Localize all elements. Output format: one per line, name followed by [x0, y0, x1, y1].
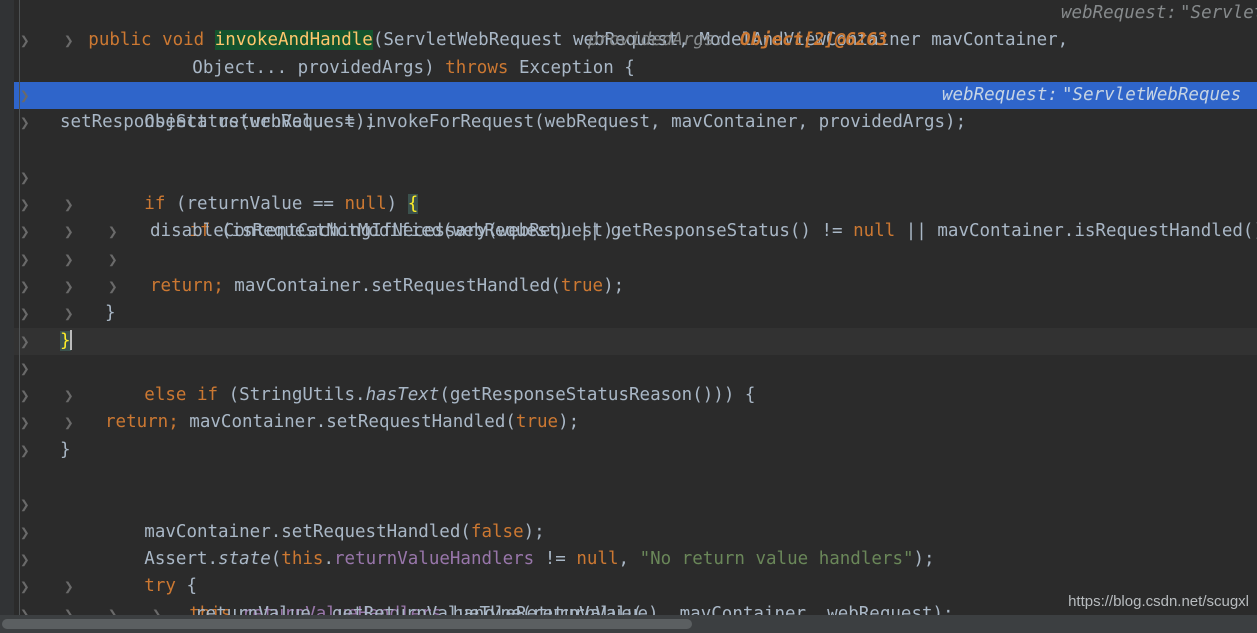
debug-hint-value: "ServletWebReque: [1180, 3, 1257, 23]
code-line-blank[interactable]: [0, 464, 1257, 491]
keyword-return: return;: [105, 412, 179, 433]
indent-guide-chevron-icon: ❯: [20, 331, 30, 351]
indent-guide-chevron-icon: ❯: [20, 195, 30, 215]
indent-guide-chevron-icon: ❯: [64, 386, 74, 406]
horizontal-scrollbar[interactable]: [0, 615, 1257, 633]
keyword-return: return;: [150, 275, 224, 296]
debug-hint-value: Object[2]@6263: [740, 30, 888, 51]
indent-guide-chevron-icon: ❯: [20, 249, 30, 269]
code-line[interactable]: public void invokeAndHandle(ServletWebRe…: [0, 0, 1257, 51]
indent-guide-chevron-icon: ❯: [20, 167, 30, 187]
indent-guide-chevron-icon: ❯: [20, 31, 30, 51]
indent-guide-chevron-icon: ❯: [20, 522, 30, 542]
code-line[interactable]: ❯ ❯ mavContainer.setRequestHandled(true)…: [0, 382, 1257, 432]
horizontal-scrollbar-thumb[interactable]: [2, 619, 692, 629]
code-line[interactable]: ❯ setResponseStatus(webRequest);: [0, 109, 1257, 136]
code-line-caret[interactable]: ❯ }: [0, 327, 1257, 355]
code-line-blank[interactable]: [0, 136, 1257, 163]
code-line[interactable]: ❯ else if (StringUtils.hasText(getRespon…: [0, 355, 1257, 405]
indent-guide-chevron-icon: ❯: [108, 222, 118, 242]
code-line[interactable]: ❯ ❯ ❯ mavContainer.setRequestHandled(tru…: [0, 246, 1257, 296]
code-line[interactable]: ❯ try {: [0, 546, 1257, 596]
indent-guide-chevron-icon: ❯: [20, 358, 30, 378]
indent-guide-chevron-icon: ❯: [20, 304, 30, 324]
code-line[interactable]: ❯ }: [0, 437, 1257, 464]
editor-gutter[interactable]: [0, 0, 14, 633]
indent-guide-chevron-icon: ❯: [64, 413, 74, 433]
code-line[interactable]: ❯ Assert.state(this.returnValueHandlers …: [0, 519, 1257, 569]
indent-guide-chevron-icon: ❯: [20, 386, 30, 406]
code-line[interactable]: ❯ ❯ ❯ return;: [0, 273, 1257, 300]
indent-guide-chevron-icon: ❯: [20, 577, 30, 597]
indent-guide-chevron-icon: ❯: [64, 304, 74, 324]
indent-guide-chevron-icon: ❯: [64, 31, 74, 51]
code-text: }: [60, 439, 71, 460]
watermark-url: https://blog.csdn.net/scugxl: [1068, 592, 1249, 610]
indent-guide-chevron-icon: ❯: [20, 85, 30, 105]
indent-guide-chevron-icon: ❯: [20, 222, 30, 242]
code-text: }: [105, 303, 116, 324]
code-line[interactable]: ❯ ❯ return;: [0, 409, 1257, 436]
code-line[interactable]: ❯ ❯ ❯ disableContentCachingIfNecessary(w…: [0, 218, 1257, 245]
code-line[interactable]: ❯ ❯ }: [0, 300, 1257, 327]
indent-guide-chevron-icon: ❯: [108, 276, 118, 296]
code-line[interactable]: ❯ mavContainer.setRequestHandled(false);: [0, 491, 1257, 541]
indent-guide-chevron-icon: ❯: [64, 276, 74, 296]
indent-guide-chevron-icon: ❯: [20, 113, 30, 133]
indent-guide-chevron-icon: ❯: [64, 577, 74, 597]
debug-hint-label: webRequest:: [942, 84, 1058, 105]
indent-guide-chevron-icon: ❯: [64, 249, 74, 269]
debug-hint-label: webRequest:: [1061, 3, 1177, 23]
code-surface[interactable]: public void invokeAndHandle(ServletWebRe…: [0, 0, 1257, 624]
code-text: disableContentCachingIfNecessary(webRequ…: [150, 221, 625, 242]
indent-guide-chevron-icon: ❯: [108, 249, 118, 269]
code-line-blank[interactable]: [0, 55, 1257, 82]
debug-hint-label: providedArgs:: [588, 30, 725, 51]
indent-guide-chevron-icon: ❯: [20, 413, 30, 433]
indent-guide-chevron-icon: ❯: [20, 549, 30, 569]
indent-guide-chevron-icon: ❯: [64, 195, 74, 215]
text-caret: [69, 329, 72, 350]
debug-hint-value: "ServletWebReques: [1062, 84, 1242, 105]
code-editor[interactable]: public void invokeAndHandle(ServletWebRe…: [0, 0, 1257, 633]
code-line-current[interactable]: ❯ Object returnValue = invokeForRequest(…: [0, 81, 1257, 132]
indent-guide-chevron-icon: ❯: [20, 276, 30, 296]
code-line[interactable]: ❯ ❯ if (isRequestNotModified(webRequest)…: [0, 191, 1257, 241]
code-text: setResponseStatus(webRequest);: [60, 112, 377, 133]
gutter-separator: [19, 0, 20, 615]
indent-guide-chevron-icon: ❯: [20, 495, 30, 515]
code-line[interactable]: ❯ if (returnValue == null) {: [0, 164, 1257, 215]
indent-guide-chevron-icon: ❯: [20, 440, 30, 460]
indent-guide-chevron-icon: ❯: [64, 222, 74, 242]
code-line[interactable]: ❯ ❯ Object... providedArgs) throws Excep…: [0, 27, 1257, 77]
